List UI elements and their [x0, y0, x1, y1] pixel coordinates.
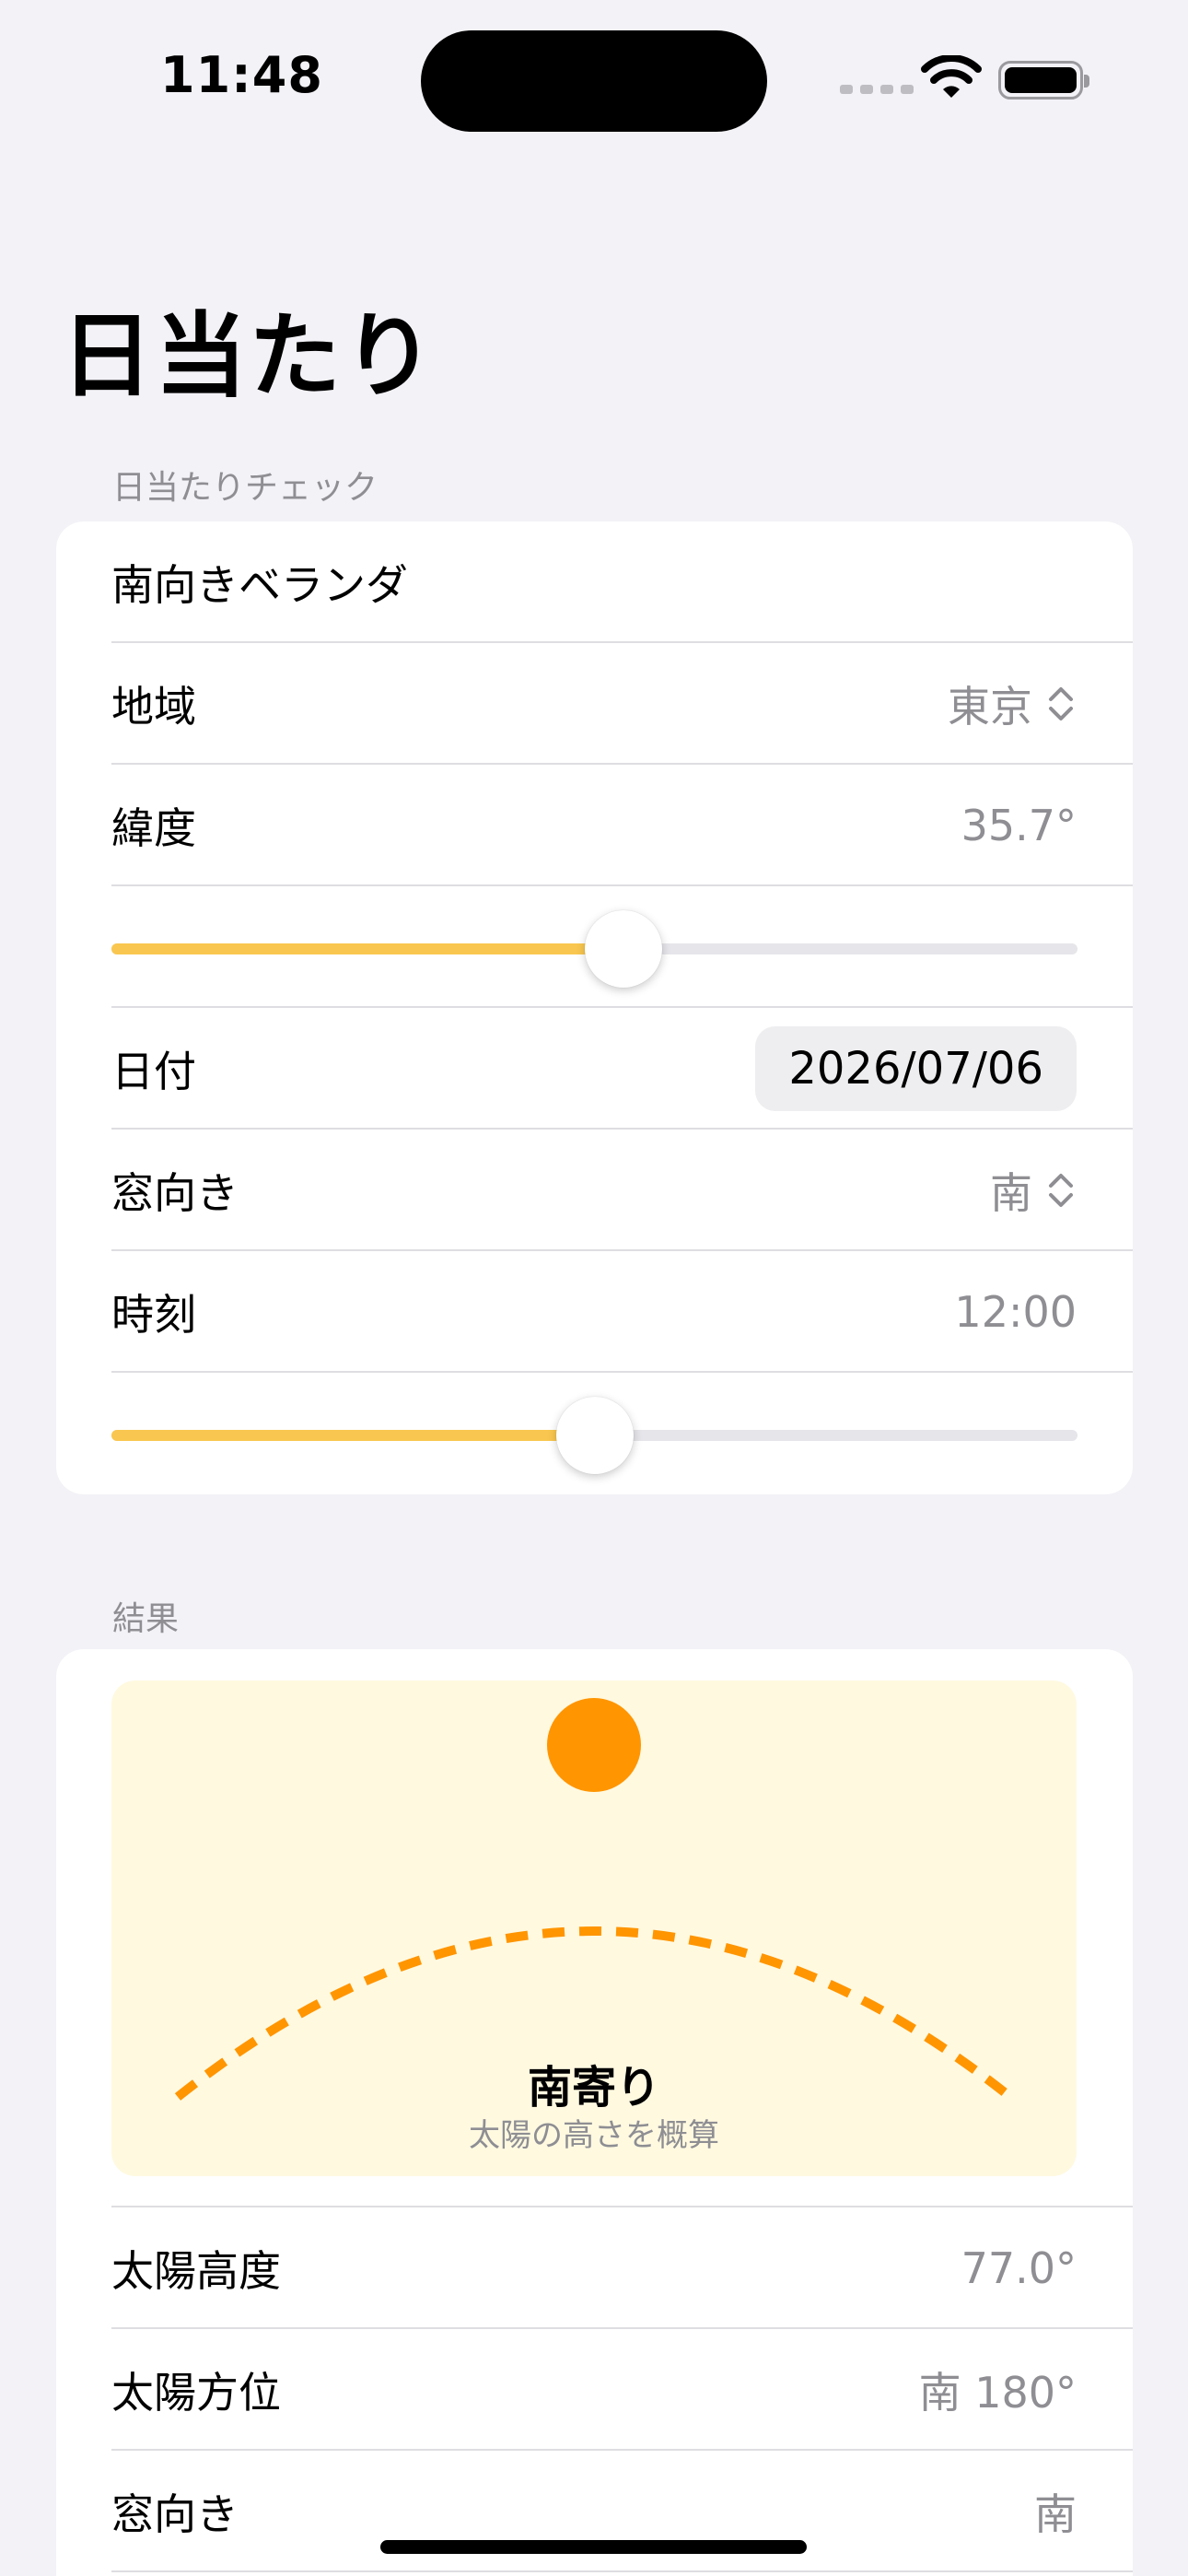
check-section-header: 日当たりチェック: [112, 469, 379, 507]
latitude-row: 緯度 35.7°: [111, 765, 1133, 886]
dynamic-island: [421, 30, 767, 132]
window-direction-value: 南: [990, 1168, 1032, 1218]
check-card: 南向きベランダ 地域 東京 緯度 35.7° 日付 2026/07/06 窓向き…: [56, 521, 1133, 1494]
result-label: 太陽高度: [111, 2246, 281, 2296]
latitude-slider-row: [111, 886, 1133, 1008]
latitude-slider[interactable]: [111, 910, 1077, 988]
cellular-signal-icon: [840, 85, 914, 94]
result-section-header: 結果: [112, 1600, 180, 1638]
window-direction-row[interactable]: 窓向き 南: [111, 1130, 1133, 1251]
latitude-slider-thumb[interactable]: [584, 910, 662, 988]
status-time: 11:48: [160, 46, 323, 104]
battery-icon: [998, 61, 1089, 100]
time-row: 時刻 12:00: [111, 1251, 1133, 1373]
date-label: 日付: [111, 1047, 196, 1096]
region-picker-row[interactable]: 地域 東京: [111, 643, 1133, 765]
result-row-azimuth: 太陽方位 南 180°: [111, 2329, 1133, 2451]
window-direction-label: 窓向き: [111, 1168, 239, 1218]
result-row-altitude: 太陽高度 77.0°: [111, 2207, 1133, 2329]
wifi-icon: [921, 55, 982, 98]
result-label: 窓向き: [111, 2489, 239, 2539]
region-value: 東京: [948, 682, 1032, 732]
name-field[interactable]: 南向きベランダ: [111, 552, 408, 613]
name-field-row[interactable]: 南向きベランダ: [111, 521, 1133, 643]
chevron-up-down-icon: [1049, 1174, 1073, 1207]
latitude-value: 35.7°: [961, 801, 1077, 850]
latitude-slider-fill: [111, 943, 623, 954]
time-value: 12:00: [954, 1287, 1077, 1337]
window-direction-picker[interactable]: 南: [990, 1160, 1077, 1221]
date-picker-button[interactable]: 2026/07/06: [755, 1026, 1077, 1111]
result-label: 太陽方位: [111, 2368, 281, 2418]
page-title: 日当たり: [61, 302, 437, 410]
result-value: 南: [1034, 2489, 1077, 2539]
result-value: 南 180°: [918, 2368, 1077, 2418]
time-label: 時刻: [111, 1290, 196, 1340]
time-slider[interactable]: [111, 1397, 1077, 1474]
time-slider-thumb[interactable]: [555, 1397, 634, 1474]
sun-direction-title: 南寄り: [527, 2062, 660, 2113]
latitude-label: 緯度: [111, 803, 196, 853]
result-card: 南寄り 太陽の高さを概算 太陽高度 77.0° 太陽方位 南 180° 窓向き …: [56, 1649, 1133, 2576]
screen: 11:48 日当たり 日当たりチェック 南向きベランダ 地域 東京 緯度 35.…: [0, 0, 1188, 2576]
time-slider-row: [111, 1373, 1133, 1494]
region-label: 地域: [111, 682, 196, 732]
chevron-up-down-icon: [1049, 687, 1073, 720]
sun-path-graphic: 南寄り 太陽の高さを概算: [111, 1680, 1077, 2176]
sun-direction-subtitle: 太陽の高さを概算: [469, 2117, 719, 2154]
region-picker[interactable]: 東京: [948, 673, 1077, 734]
time-slider-fill: [111, 1430, 595, 1441]
date-row: 日付 2026/07/06: [111, 1008, 1133, 1130]
home-indicator: [380, 2540, 807, 2554]
result-row-window: 窓向き 南: [111, 2451, 1133, 2572]
result-value: 77.0°: [961, 2243, 1077, 2293]
sun-icon: [547, 1698, 641, 1792]
